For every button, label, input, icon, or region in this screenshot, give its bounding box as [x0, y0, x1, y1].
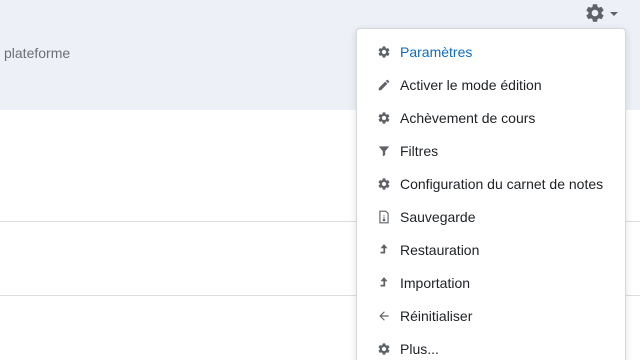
menu-item-backup[interactable]: Sauvegarde	[357, 200, 625, 233]
chevron-down-icon	[610, 12, 618, 16]
menu-item-label: Paramètres	[400, 43, 473, 60]
menu-item-course-completion[interactable]: Achèvement de cours	[357, 101, 625, 134]
menu-item-restore[interactable]: Restauration	[357, 233, 625, 266]
menu-item-label: Sauvegarde	[400, 208, 476, 225]
settings-dropdown-menu: Paramètres Activer le mode édition Achèv…	[356, 28, 626, 360]
pencil-icon	[377, 78, 391, 92]
gear-icon	[586, 4, 604, 22]
gear-icon	[377, 177, 391, 191]
course-page: plateforme Paramètres Activer le mode éd…	[0, 0, 640, 360]
upload-icon	[377, 243, 391, 257]
menu-item-label: Réinitialiser	[400, 307, 473, 324]
menu-item-label: Configuration du carnet de notes	[400, 175, 604, 192]
menu-item-reset[interactable]: Réinitialiser	[357, 299, 625, 332]
upload-icon	[377, 276, 391, 290]
menu-item-label: Activer le mode édition	[400, 76, 542, 93]
menu-item-gradebook-setup[interactable]: Configuration du carnet de notes	[357, 167, 625, 200]
menu-item-more[interactable]: Plus...	[357, 332, 625, 360]
gear-icon	[377, 45, 391, 59]
menu-item-import[interactable]: Importation	[357, 266, 625, 299]
menu-item-filters[interactable]: Filtres	[357, 134, 625, 167]
menu-item-label: Importation	[400, 274, 471, 291]
menu-item-parametres[interactable]: Paramètres	[357, 35, 625, 68]
settings-menu-toggle[interactable]	[584, 0, 632, 26]
menu-item-label: Achèvement de cours	[400, 109, 536, 126]
menu-item-label: Filtres	[400, 142, 439, 159]
breadcrumb[interactable]: plateforme	[4, 45, 70, 61]
menu-item-label: Plus...	[400, 340, 439, 357]
menu-item-label: Restauration	[400, 241, 480, 258]
filter-icon	[377, 144, 391, 158]
backup-file-icon	[377, 210, 391, 224]
gear-icon	[377, 111, 391, 125]
menu-item-edit-mode[interactable]: Activer le mode édition	[357, 68, 625, 101]
gear-icon	[377, 342, 391, 356]
arrow-left-icon	[377, 309, 391, 323]
